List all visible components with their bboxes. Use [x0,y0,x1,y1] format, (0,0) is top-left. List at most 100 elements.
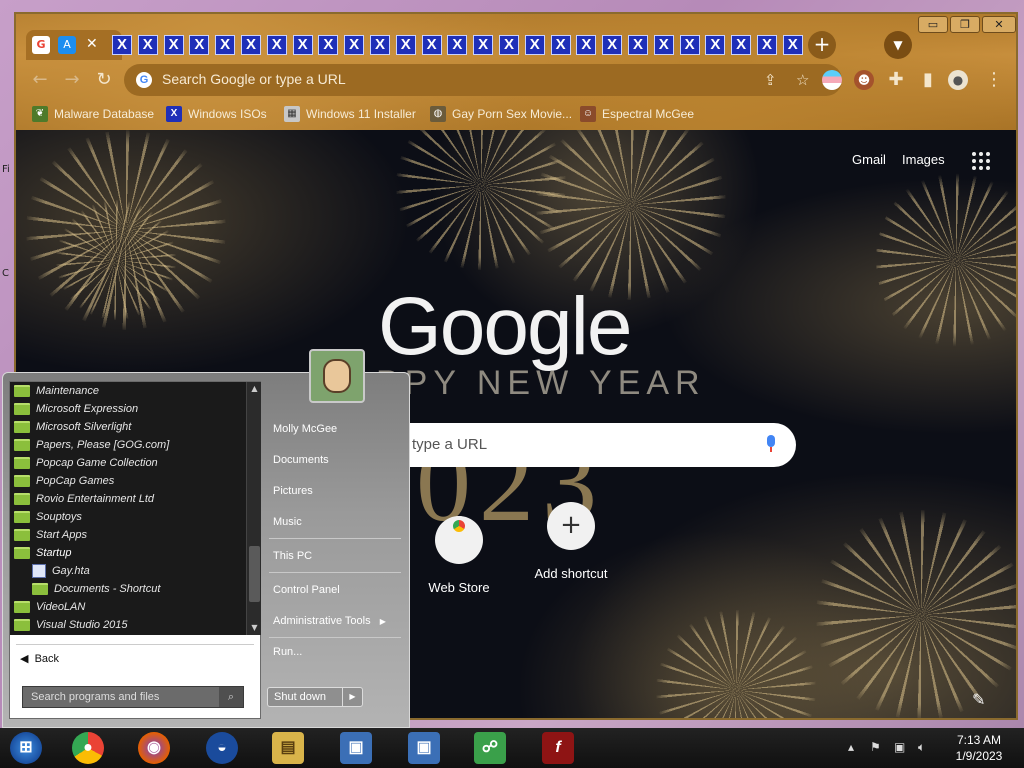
restore-button[interactable]: ❐ [950,16,980,33]
user-avatar[interactable] [309,349,365,403]
x-tab-icon[interactable]: X [653,35,674,55]
address-bar[interactable]: G Search Google or type a URL ⇪ ☆ [124,64,842,96]
back-button[interactable]: ◀ Back [20,652,59,665]
tab-search-icon[interactable]: ▼ [884,31,912,59]
start-item-run[interactable]: Run... [273,646,302,658]
bookmark-star-icon[interactable]: ☆ [796,70,809,90]
start-item-music[interactable]: Music [273,516,302,528]
x-tab-icon[interactable]: X [395,35,416,55]
x-tab-icon[interactable]: X [370,35,390,55]
new-tab-button[interactable]: + [808,31,836,59]
x-tab-icon[interactable]: X [705,35,726,55]
images-link[interactable]: Images [902,152,945,167]
tray-overflow-icon[interactable]: ▴ [848,740,854,754]
program-list-item[interactable]: Startup [10,544,246,562]
reload-icon[interactable]: ↻ [92,68,116,92]
program-list-item[interactable]: VideoLAN [10,598,246,616]
shutdown-options-icon[interactable]: ▶ [342,688,362,706]
x-tab-icon[interactable]: X [550,35,571,55]
ntp-search-box[interactable]: type a URL [346,423,796,467]
network-icon[interactable]: ▣ [894,740,905,754]
google-apps-icon[interactable] [972,152,990,170]
chrome-icon[interactable]: ● [72,732,104,764]
minimize-button[interactable]: ▭ [918,16,948,33]
x-tab-icon[interactable]: X [189,35,210,55]
program-list-item[interactable]: Papers, Please [GOG.com] [10,436,246,454]
bookmark-windows-11-installer[interactable]: ▦ Windows 11 Installer [284,104,416,124]
back-arrow-icon[interactable]: ← [28,68,52,92]
program-list-item[interactable]: Popcap Game Collection [10,454,246,472]
extensions-puzzle-icon[interactable]: ✚ [884,68,908,92]
customize-pencil-icon[interactable]: ✎ [972,690,985,709]
system-clock[interactable]: 7:13 AM 1/9/2023 [944,732,1014,764]
microphone-icon[interactable] [766,435,776,453]
action-center-flag-icon[interactable]: ⚑ [870,740,881,754]
program-list-item[interactable]: Microsoft Silverlight [10,418,246,436]
x-tab-icon[interactable]: X [757,35,777,55]
x-tab-icon[interactable]: X [524,35,545,55]
programs-scrollbar[interactable]: ▲ ▼ [246,382,261,635]
search-icon[interactable]: ⌕ [219,687,243,707]
shortcut-add[interactable]: + Add shortcut [516,502,626,581]
start-item-administrative-tools[interactable]: Administrative Tools ▶ [273,615,386,627]
kebab-menu-icon[interactable]: ⋮ [982,68,1006,92]
x-tab-icon[interactable]: X [266,35,287,55]
flash-icon[interactable]: f [542,732,574,764]
start-item-control-panel[interactable]: Control Panel [273,584,340,596]
bookmark-espectral-mcgee[interactable]: ☺ Espectral McGee [580,104,694,124]
start-item-this-pc[interactable]: This PC [273,550,312,562]
x-tab-icon[interactable]: X [344,35,365,55]
flag-extension-icon[interactable] [822,70,842,90]
side-panel-icon[interactable]: ▮ [916,68,940,92]
x-tab-icon[interactable]: X [499,35,519,55]
gmail-link[interactable]: Gmail [852,152,886,167]
x-tab-icon[interactable]: X [421,35,442,55]
close-window-button[interactable]: ✕ [982,16,1016,33]
scroll-up-icon[interactable]: ▲ [247,382,262,396]
bookmark-windows-isos[interactable]: X Windows ISOs [166,104,267,124]
program-list-item[interactable]: Visual Studio 2015 [10,616,246,634]
start-item-user[interactable]: Molly McGee [273,423,337,435]
scroll-down-icon[interactable]: ▼ [247,621,262,635]
program-list-item[interactable]: Start Apps [10,526,246,544]
program-list-item[interactable]: Gay.hta [10,562,246,580]
start-search-input[interactable]: Search programs and files ⌕ [22,686,244,708]
program-list-item[interactable]: Documents - Shortcut [10,580,246,598]
obama-logo-icon[interactable]: ◒ [206,732,238,764]
x-tab-icon[interactable]: X [473,35,494,55]
x-tab-icon[interactable]: X [318,35,339,55]
file-explorer-icon[interactable]: ▤ [272,732,304,764]
shortcut-web-store[interactable]: Web Store [404,502,514,595]
bookmark-gay-porn-sex-movie[interactable]: ◍ Gay Porn Sex Movie... [430,104,572,124]
messenger-icon[interactable]: ☍ [474,732,506,764]
x-tab-icon[interactable]: X [292,35,313,55]
x-tab-icon[interactable]: X [163,35,184,55]
firefox-icon[interactable]: ◉ [138,732,170,764]
scroll-thumb[interactable] [249,546,260,602]
profile-icon[interactable]: ● [948,70,968,90]
program-list-item[interactable]: PopCap Games [10,472,246,490]
share-icon[interactable]: ⇪ [764,70,777,90]
x-tab-icon[interactable]: X [602,35,623,55]
remote-desktop-icon[interactable]: ▣ [408,732,440,764]
remote-desktop-icon[interactable]: ▣ [340,732,372,764]
start-item-pictures[interactable]: Pictures [273,485,313,497]
start-orb-icon[interactable]: ⊞ [10,732,42,764]
x-tab-icon[interactable]: X [576,35,597,55]
bookmark-malware-database[interactable]: ❦ Malware Database [32,104,154,124]
x-tab-icon[interactable]: X [731,35,752,55]
x-tab-icon[interactable]: X [241,35,261,55]
x-tab-icon[interactable]: X [679,35,700,55]
program-list-item[interactable]: Souptoys [10,508,246,526]
x-tab-icon[interactable]: X [137,35,158,55]
volume-icon[interactable]: 🔈︎ [918,740,925,755]
close-tab-icon[interactable]: ✕ [86,34,98,54]
x-tab-icon[interactable]: X [628,35,648,55]
forward-arrow-icon[interactable]: → [60,68,84,92]
program-list-item[interactable]: Microsoft Expression [10,400,246,418]
x-tab-icon[interactable]: X [782,35,803,55]
x-tab-icon[interactable]: X [215,35,236,55]
start-item-documents[interactable]: Documents [273,454,329,466]
x-tab-icon[interactable]: X [112,35,132,55]
shutdown-button[interactable]: Shut down ▶ [267,687,363,707]
